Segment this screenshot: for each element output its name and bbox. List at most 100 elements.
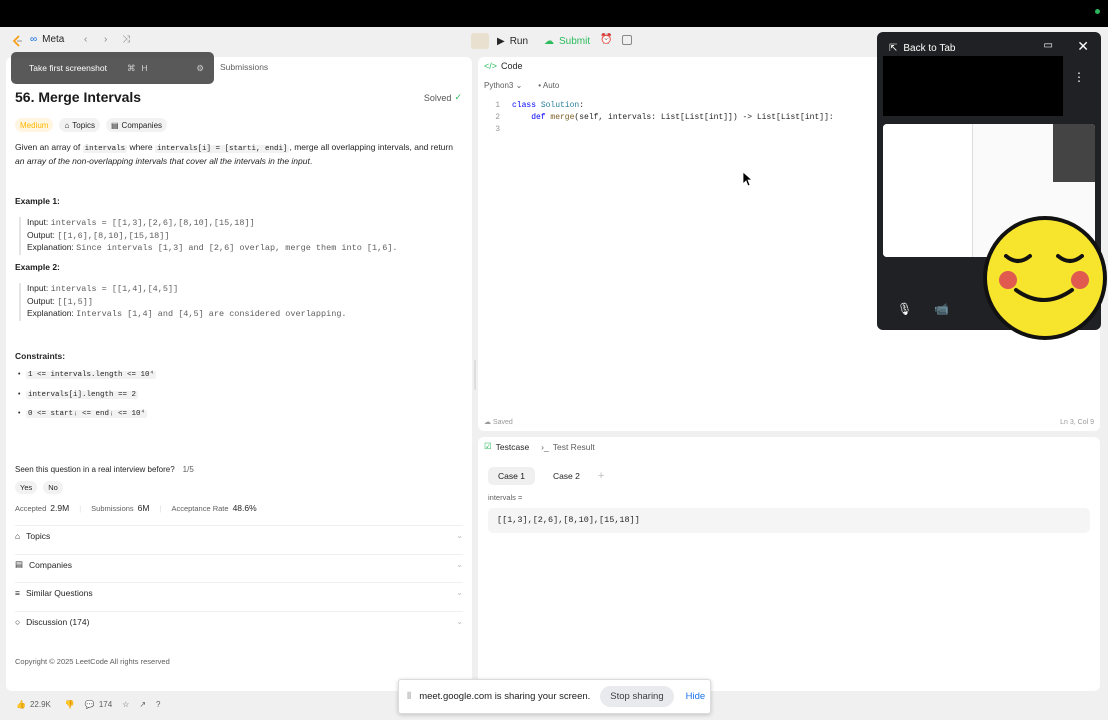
code-keyword: class bbox=[512, 101, 541, 110]
desc-text: Given an array of bbox=[15, 142, 83, 152]
similar-questions-section[interactable]: ≡ Similar Questions ⌄ bbox=[15, 582, 463, 602]
no-button[interactable]: No bbox=[43, 481, 63, 494]
testcase-tabs: ☑ Testcase ›_ Test Result bbox=[484, 441, 595, 452]
testcase-input[interactable]: [[1,3],[2,6],[8,10],[15,18]] bbox=[488, 508, 1090, 533]
problem-title: 56. Merge Intervals bbox=[15, 89, 142, 105]
mouse-cursor-icon bbox=[743, 172, 753, 186]
constraints-title: Constraints: bbox=[15, 351, 66, 361]
list-icon: ≡ bbox=[15, 587, 20, 598]
building-icon: ▤ bbox=[15, 559, 24, 569]
companies-tag[interactable]: ▤ Companies bbox=[105, 118, 168, 132]
stop-sharing-button[interactable]: Stop sharing bbox=[600, 686, 674, 707]
problem-list-link[interactable]: ∞ Meta bbox=[30, 34, 64, 45]
add-case-button[interactable]: + bbox=[598, 470, 604, 482]
desc-text: where bbox=[127, 142, 155, 152]
editor-options: Python3 ⌄ • Auto bbox=[484, 81, 559, 90]
constraint-item: 1 <= intervals.length <= 10⁴ bbox=[18, 371, 157, 391]
debug-icon[interactable] bbox=[471, 33, 489, 49]
like-button[interactable]: 👍 22.9K bbox=[12, 697, 55, 711]
microphone-icon[interactable]: 🎙 bbox=[897, 302, 912, 316]
input-label: Input: bbox=[27, 217, 49, 227]
topics-section[interactable]: ⌂ Topics ⌄ bbox=[15, 525, 463, 545]
tab-submissions[interactable]: Submissions bbox=[220, 62, 268, 72]
run-button[interactable]: ▶ Run bbox=[491, 32, 534, 50]
hide-button[interactable]: Hide bbox=[686, 691, 706, 702]
next-problem-icon[interactable]: › bbox=[104, 34, 107, 45]
desc-code: intervals[i] = [starti, endi] bbox=[154, 145, 290, 153]
cloud-icon: ☁ bbox=[484, 419, 491, 426]
case-1-tab[interactable]: Case 1 bbox=[488, 467, 535, 485]
drag-handle-icon[interactable]: ⦀ bbox=[407, 691, 411, 702]
dislike-icon[interactable]: 👎 bbox=[65, 700, 75, 709]
similar-section-label: Similar Questions bbox=[25, 587, 93, 598]
mode-value: Auto bbox=[542, 81, 560, 90]
chat-bubble-icon: ○ bbox=[15, 616, 21, 627]
discussion-section[interactable]: ○ Discussion (174) ⌄ bbox=[15, 611, 463, 631]
desc-text: , merge all overlapping intervals, and r… bbox=[289, 142, 453, 152]
test-result-label: Test Result bbox=[552, 441, 595, 452]
desc-code: intervals bbox=[82, 145, 128, 153]
auto-toggle[interactable]: • Auto bbox=[538, 81, 559, 90]
case-tabs: Case 1 Case 2 + bbox=[488, 467, 604, 485]
testcase-var-label: intervals = bbox=[488, 493, 523, 502]
topics-section-label: Topics bbox=[26, 530, 51, 541]
case-2-tab[interactable]: Case 2 bbox=[543, 467, 590, 485]
help-icon[interactable]: ? bbox=[156, 700, 160, 709]
example-explanation: Intervals [1,4] and [4,5] are considered… bbox=[76, 309, 347, 319]
shortcut-hint: ⌘ H bbox=[127, 63, 148, 74]
companies-section[interactable]: ▤ Companies ⌄ bbox=[15, 554, 463, 574]
acceptance-value: 48.6% bbox=[232, 503, 257, 513]
gear-icon[interactable]: ⚙ bbox=[196, 63, 204, 74]
back-arrow-icon: ⇱ bbox=[889, 42, 898, 54]
back-to-tab-button[interactable]: Back to Tab bbox=[903, 43, 955, 54]
tab-test-result[interactable]: ›_ Test Result bbox=[541, 442, 595, 452]
prev-problem-icon[interactable]: ‹ bbox=[84, 34, 87, 45]
tab-code[interactable]: </> Code bbox=[484, 61, 523, 71]
yes-button[interactable]: Yes bbox=[15, 481, 38, 494]
more-vert-icon[interactable]: ⋮ bbox=[1073, 70, 1085, 84]
likes-count: 22.9K bbox=[29, 699, 51, 709]
problem-description: Given an array of intervals where interv… bbox=[15, 141, 455, 167]
code-text: (self, intervals: List[List[int]]) -> Li… bbox=[574, 113, 834, 122]
star-icon[interactable]: ☆ bbox=[122, 700, 129, 709]
topics-tag[interactable]: ⌂ Topics bbox=[59, 118, 100, 132]
close-icon[interactable]: ✕ bbox=[1077, 38, 1089, 55]
play-icon: ▶ bbox=[497, 35, 505, 47]
chat-icon[interactable]: ▭ bbox=[1044, 40, 1053, 51]
solved-status: Solved ✓ bbox=[424, 92, 462, 103]
code-class: Solution bbox=[540, 101, 580, 110]
notes-icon[interactable] bbox=[622, 35, 632, 45]
recording-indicator bbox=[1095, 9, 1100, 14]
language-select[interactable]: Python3 ⌄ bbox=[484, 81, 522, 90]
save-status: ☁ Saved bbox=[484, 418, 513, 426]
camera-icon[interactable]: 📹 bbox=[934, 302, 949, 316]
code-editor[interactable]: 1 class Solution: 2 def merge(self, inter… bbox=[488, 100, 834, 136]
shuffle-icon[interactable]: ⤨ bbox=[122, 34, 130, 45]
share-icon[interactable]: ↗ bbox=[139, 700, 146, 709]
acceptance-stat: Acceptance Rate 48.6% bbox=[171, 503, 256, 513]
tab-testcase[interactable]: ☑ Testcase bbox=[484, 441, 529, 452]
panel-resize-handle[interactable] bbox=[474, 360, 476, 390]
alarm-icon[interactable]: ⏰ bbox=[600, 34, 612, 45]
example-output: [[1,5]] bbox=[57, 296, 93, 307]
submit-button[interactable]: ☁ Submit bbox=[538, 32, 596, 50]
accepted-label: Accepted bbox=[15, 504, 47, 513]
interview-count: 1/5 bbox=[182, 465, 194, 474]
companies-section-label: Companies bbox=[29, 559, 73, 570]
screenshot-tooltip[interactable]: Take first screenshot ⌘ H ⚙ bbox=[11, 52, 214, 84]
save-status-text: Saved bbox=[492, 419, 513, 426]
code-line: 2 def merge(self, intervals: List[List[i… bbox=[488, 112, 834, 124]
submissions-value: 6M bbox=[137, 503, 150, 513]
submissions-label: Submissions bbox=[91, 504, 134, 513]
chevron-down-icon: ⌄ bbox=[456, 531, 463, 540]
output-label: Output: bbox=[27, 229, 55, 240]
submit-label: Submit bbox=[559, 35, 591, 47]
leetcode-logo[interactable] bbox=[12, 35, 24, 47]
comments-button[interactable]: 💬 174 bbox=[85, 700, 112, 709]
run-label: Run bbox=[509, 35, 529, 47]
desc-text: . bbox=[309, 156, 313, 166]
line-number: 3 bbox=[495, 125, 500, 134]
problem-tags: Medium ⌂ Topics ▤ Companies bbox=[15, 118, 168, 132]
testcase-panel: ☑ Testcase ›_ Test Result Case 1 Case 2 … bbox=[478, 437, 1100, 691]
